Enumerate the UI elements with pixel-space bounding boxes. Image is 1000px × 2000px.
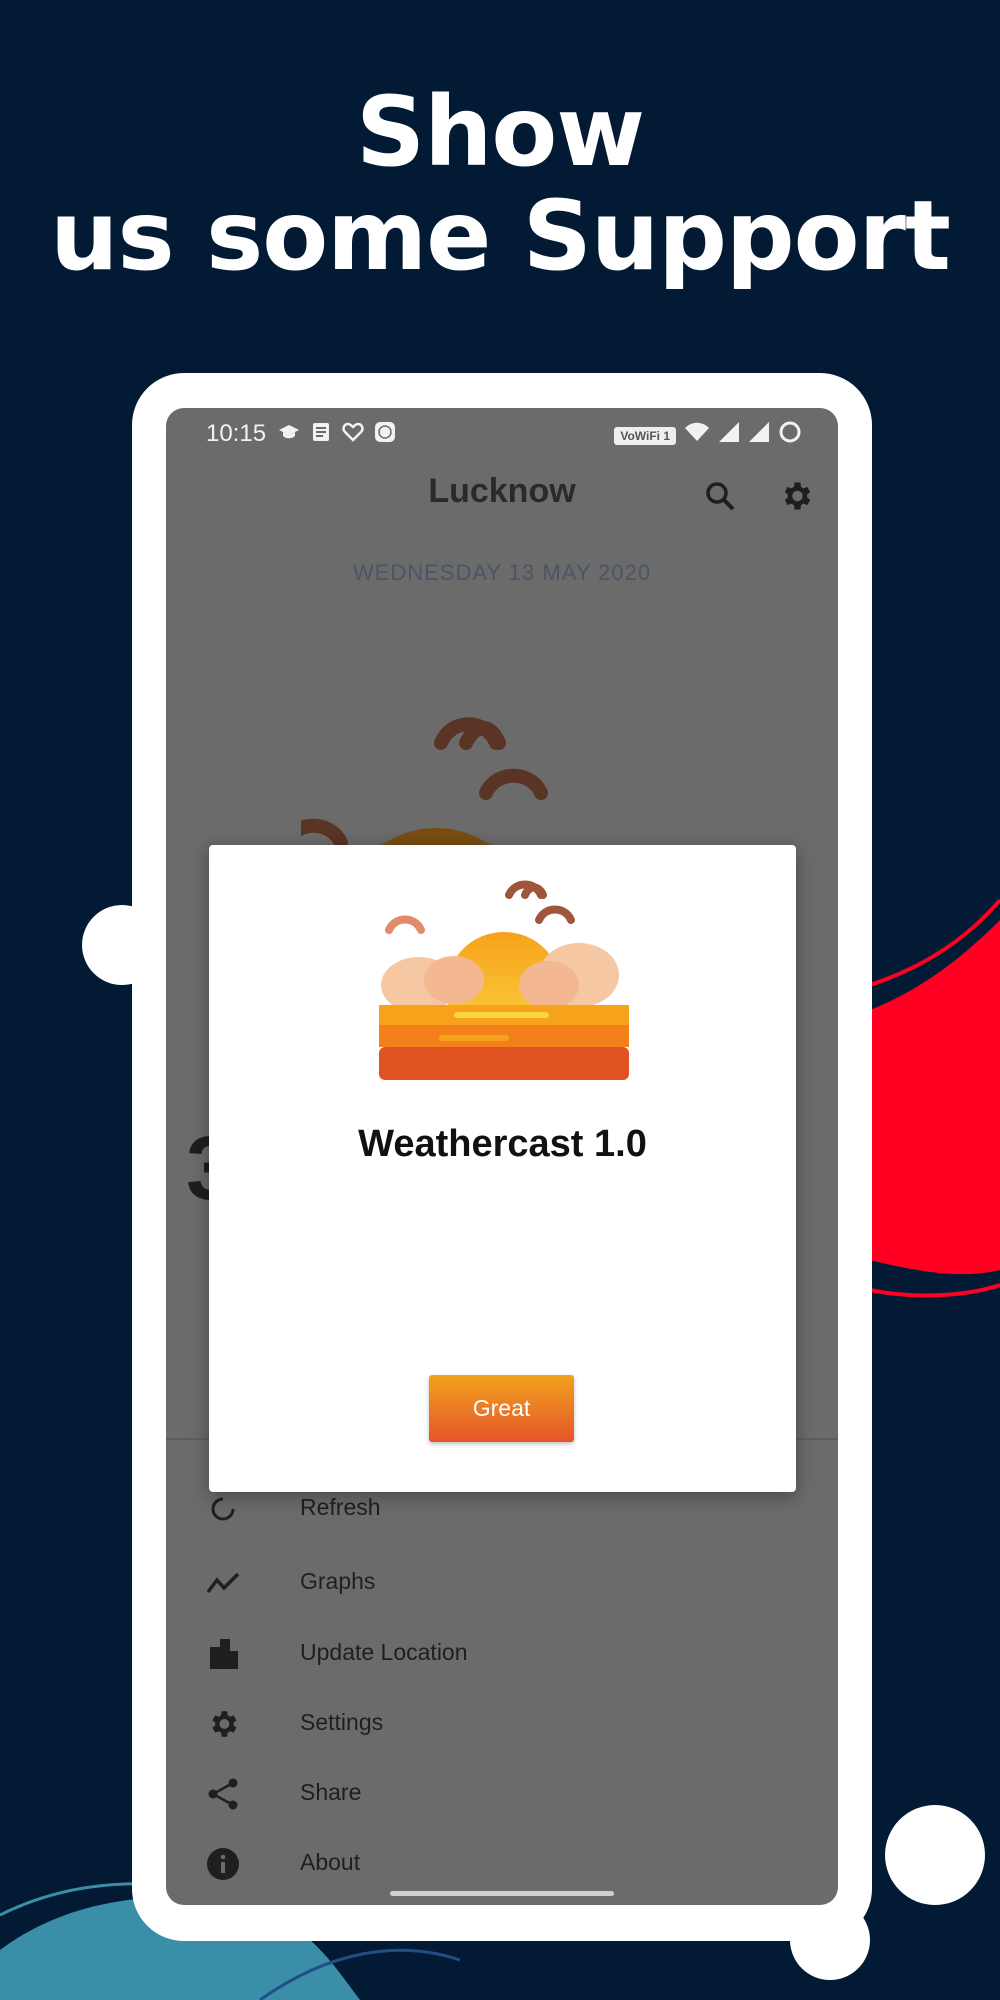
refresh-icon bbox=[206, 1492, 240, 1526]
drawer-item-label: Update Location bbox=[300, 1639, 468, 1665]
search-icon[interactable] bbox=[702, 478, 738, 514]
status-system-icons: VoWiFi 1 bbox=[614, 420, 802, 451]
graph-icon bbox=[206, 1566, 240, 1600]
drawer-item-label: Refresh bbox=[300, 1494, 381, 1520]
white-blob-right bbox=[885, 1805, 985, 1905]
drawer-item-label: Graphs bbox=[300, 1568, 376, 1594]
gear-icon[interactable] bbox=[778, 478, 814, 514]
red-wave-outline-lower bbox=[869, 1283, 1000, 1298]
drawer-item-share[interactable]: Share bbox=[166, 1763, 838, 1823]
status-notification-icons bbox=[278, 421, 396, 443]
app-badge-icon bbox=[374, 421, 396, 443]
status-bar: 10:15 VoWiFi 1 bbox=[166, 408, 838, 458]
share-icon bbox=[206, 1777, 240, 1811]
graduation-cap-icon bbox=[278, 421, 300, 443]
headline-line-2: us some Support bbox=[50, 180, 951, 292]
drawer-item-settings[interactable]: Settings bbox=[166, 1693, 838, 1753]
dialog-title: Weathercast 1.0 bbox=[358, 1123, 647, 1165]
about-dialog: Weathercast 1.0 Great bbox=[209, 845, 796, 1492]
drawer-item-graphs[interactable]: Graphs bbox=[166, 1552, 838, 1612]
drawer-item-about[interactable]: About bbox=[166, 1833, 838, 1893]
red-wave-shape bbox=[870, 920, 1000, 1275]
weathercast-logo bbox=[379, 880, 629, 1080]
vowifi-badge: VoWiFi 1 bbox=[614, 426, 676, 445]
drawer-item-label: Share bbox=[300, 1779, 362, 1805]
wifi-icon bbox=[684, 421, 710, 450]
battery-ring-icon bbox=[778, 420, 802, 451]
drawer-item-update-location[interactable]: Update Location bbox=[166, 1623, 838, 1683]
great-button[interactable]: Great bbox=[429, 1375, 574, 1442]
signal-icon-2 bbox=[748, 421, 770, 450]
drawer-item-label: Settings bbox=[300, 1709, 384, 1735]
date-label: WEDNESDAY 13 MAY 2020 bbox=[352, 560, 652, 585]
heart-pulse-icon bbox=[342, 421, 364, 443]
headline: Show us some Support bbox=[0, 80, 1000, 288]
headline-line-1: Show bbox=[355, 76, 645, 188]
home-indicator[interactable] bbox=[390, 1891, 614, 1896]
info-icon bbox=[206, 1847, 240, 1881]
gear-icon bbox=[206, 1707, 240, 1741]
city-icon bbox=[206, 1637, 240, 1671]
drawer-item-label: About bbox=[300, 1849, 361, 1875]
status-time: 10:15 bbox=[206, 420, 267, 447]
signal-icon bbox=[718, 421, 740, 450]
document-icon bbox=[310, 421, 332, 443]
